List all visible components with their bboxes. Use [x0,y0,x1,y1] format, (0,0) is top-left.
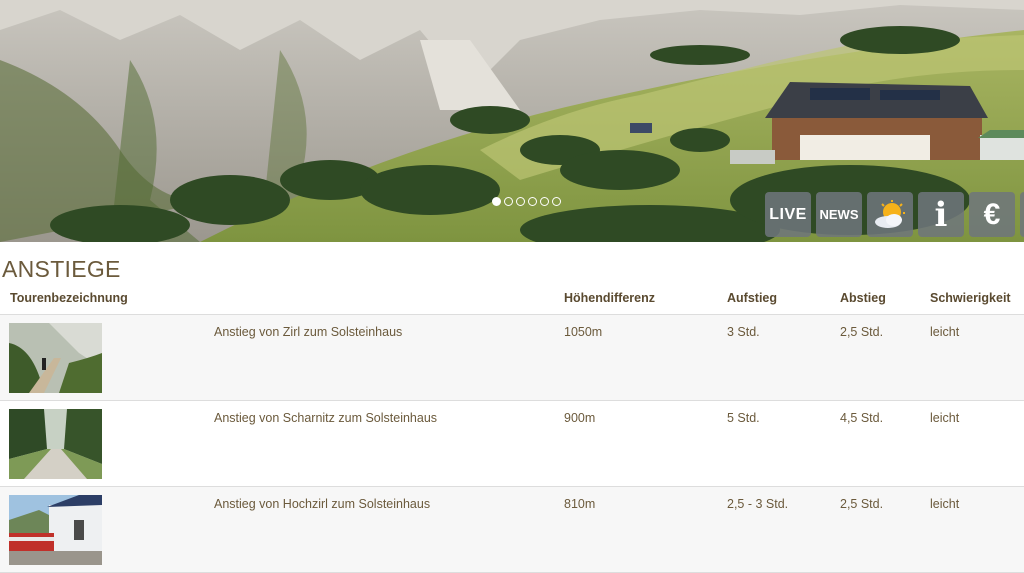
table-row[interactable]: Anstieg von Zirl zum Solsteinhaus 1050m … [0,314,1024,401]
header-elevation: Höhendifferenz [564,283,727,315]
more-button[interactable] [1020,192,1024,237]
tour-ascent: 3 Std. [727,325,760,339]
live-button[interactable]: LIVE [765,192,811,237]
header-ascent: Aufstieg [727,283,840,315]
header-difficulty: Schwierigkeit [930,283,1024,315]
weather-button[interactable] [867,192,913,237]
tour-name[interactable]: Anstieg von Zirl zum Solsteinhaus [214,315,564,339]
table-row[interactable]: Anstieg von Hochzirl zum Solsteinhaus 81… [0,486,1024,573]
header-descent: Abstieg [840,283,930,315]
slider-dot[interactable] [504,197,513,206]
tour-elevation: 900m [564,411,596,425]
info-button[interactable]: i [918,192,964,237]
live-label: LIVE [769,205,807,223]
tour-elevation: 1050m [564,325,603,339]
page-title: ANSTIEGE [2,256,121,282]
tour-name[interactable]: Anstieg von Hochzirl zum Solsteinhaus [214,487,564,511]
news-label: NEWS [819,207,859,222]
tour-descent: 2,5 Std. [840,325,884,339]
slider-dot[interactable] [552,197,561,206]
slider-dot[interactable] [516,197,525,206]
tour-difficulty: leicht [930,497,960,511]
header-blank [214,283,564,315]
news-button[interactable]: NEWS [816,192,862,237]
tour-difficulty: leicht [930,411,960,425]
table-row[interactable]: Anstieg von Scharnitz zum Solsteinhaus 9… [0,400,1024,487]
forest-road-photo[interactable] [9,409,102,479]
prices-button[interactable]: € [969,192,1015,237]
slider-dot[interactable] [540,197,549,206]
slider-dot[interactable] [492,197,501,206]
tour-ascent: 2,5 - 3 Std. [727,497,789,511]
train-station-photo[interactable] [9,495,102,565]
slider-dot[interactable] [528,197,537,206]
tour-descent: 2,5 Std. [840,497,884,511]
header-tour: Tourenbezeichnung [0,283,214,315]
tour-difficulty: leicht [930,325,960,339]
tour-name[interactable]: Anstieg von Scharnitz zum Solsteinhaus [214,401,564,425]
hero-quick-links: LIVE NEWS i € [765,192,1024,237]
info-icon: i [934,194,948,235]
slider-pagination [492,197,561,206]
table-header-row: Tourenbezeichnung Höhendifferenz Aufstie… [0,283,1024,315]
hero-slider[interactable]: LIVE NEWS i € [0,0,1024,242]
tour-descent: 4,5 Std. [840,411,884,425]
tour-elevation: 810m [564,497,596,511]
tour-ascent: 5 Std. [727,411,760,425]
mountain-path-photo[interactable] [9,323,102,393]
weather-sun-cloud-icon [875,199,905,228]
tours-table: Tourenbezeichnung Höhendifferenz Aufstie… [0,283,1024,573]
euro-icon: € [983,197,1001,231]
